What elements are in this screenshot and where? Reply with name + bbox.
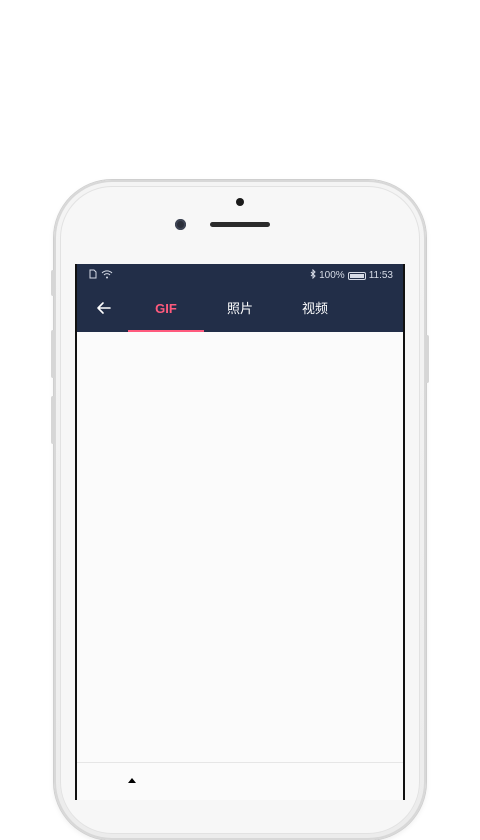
bottom-divider xyxy=(77,762,403,763)
caret-up-icon[interactable] xyxy=(128,778,136,783)
front-camera xyxy=(175,219,186,230)
mute-switch xyxy=(51,270,55,296)
status-bar: 100% 11:53 xyxy=(77,264,403,286)
tab-videos[interactable]: 视频 xyxy=(277,286,353,332)
battery-icon xyxy=(347,271,366,280)
tab-photos[interactable]: 照片 xyxy=(202,286,278,332)
proximity-sensor xyxy=(236,198,244,206)
clock: 11:53 xyxy=(368,270,393,281)
sim-icon xyxy=(89,269,97,282)
status-right: 100% 11:53 xyxy=(310,268,393,282)
wifi-icon xyxy=(101,269,113,282)
arrow-left-icon[interactable] xyxy=(93,297,115,319)
bluetooth-icon xyxy=(310,268,316,282)
earpiece-speaker xyxy=(210,222,270,227)
status-left xyxy=(89,269,113,282)
tab-gif[interactable]: GIF xyxy=(128,286,204,332)
app-screen: 100% 11:53 GIF 照片 视频 xyxy=(75,264,405,800)
volume-down-button xyxy=(51,396,55,444)
top-toolbar: GIF 照片 视频 xyxy=(77,286,403,332)
content-area xyxy=(77,332,403,762)
battery-percent: 100% xyxy=(319,270,345,281)
volume-up-button xyxy=(51,330,55,378)
power-button xyxy=(425,335,429,383)
